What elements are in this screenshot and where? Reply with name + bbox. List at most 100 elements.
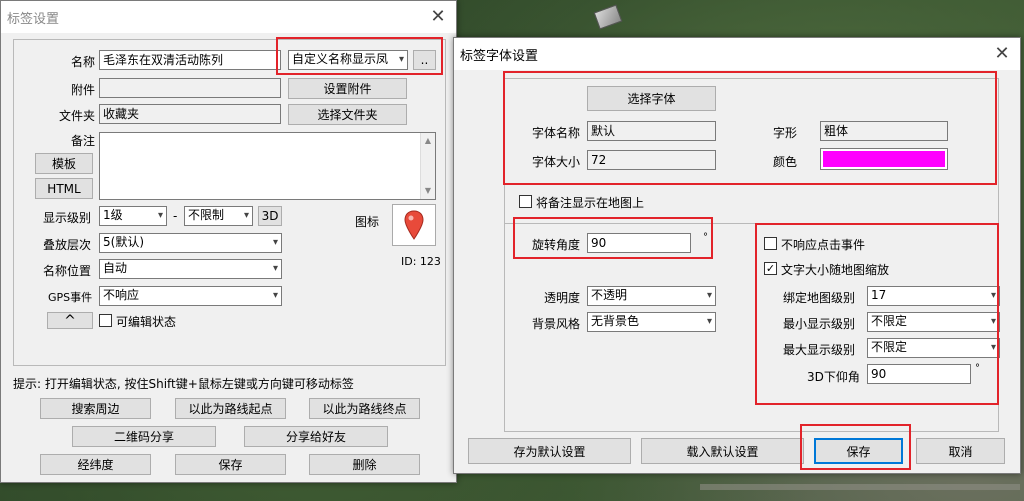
route-start-button[interactable]: 以此为路线起点 [175,398,286,419]
chevron-down-icon: ▾ [272,263,278,274]
font-name-field[interactable]: 默认 [587,121,716,141]
chevron-up-icon: ^ [64,312,76,329]
chevron-down-icon: ▾ [243,210,249,221]
chevron-down-icon: ▾ [990,342,996,353]
display-level-max-select[interactable]: 不限制 ▾ [184,206,253,226]
id-label: ID: 123 [401,255,441,268]
color-swatch-fill [823,151,945,167]
folder-input[interactable]: 收藏夹 [99,104,281,124]
gps-event-value: 不响应 [103,288,140,302]
window-title-bar: 标签设置 [1,1,456,33]
name-position-select[interactable]: 自动 ▾ [99,259,282,279]
name-position-label: 名称位置 [43,264,92,278]
html-button[interactable]: HTML [35,178,93,199]
icon-label: 图标 [355,215,380,229]
chevron-down-icon: ▾ [272,237,278,248]
text-scale-checkbox[interactable]: ✓ [764,262,777,275]
name-label: 名称 [71,55,96,69]
bind-level-value: 17 [871,288,887,302]
bg-style-value: 无背景色 [591,314,640,328]
attachment-label: 附件 [71,83,96,97]
window-title: 标签字体设置 [460,48,539,64]
chevron-down-icon: ▾ [272,290,278,301]
chevron-down-icon: ▾ [398,54,404,65]
name-display-select[interactable]: 自定义名称显示凤 ▾ [288,50,408,70]
chevron-down-icon: ▾ [990,316,996,327]
note-label: 备注 [71,134,96,148]
select-folder-button[interactable]: 选择文件夹 [288,104,407,125]
save-button[interactable]: 保存 [814,438,903,464]
font-style-field[interactable]: 粗体 [820,121,948,141]
attachment-input[interactable] [99,78,281,98]
template-button[interactable]: 模板 [35,153,93,174]
min-level-select[interactable]: 不限定 ▾ [867,312,1000,332]
share-friend-button[interactable]: 分享给好友 [244,426,388,447]
bg-style-label: 背景风格 [532,317,581,331]
layer-select[interactable]: 5(默认) ▾ [99,233,282,253]
scrollbar[interactable]: ▲ ▼ [420,133,435,199]
set-attachment-button[interactable]: 设置附件 [288,78,407,99]
display-level-label: 显示级别 [43,211,92,225]
cancel-button[interactable]: 取消 [916,438,1005,464]
layer-value: 5(默认) [103,235,144,249]
font-name-label: 字体名称 [532,126,581,140]
label-save-button[interactable]: 保存 [175,454,286,475]
gps-event-label: GPS事件 [48,291,93,304]
pitch-degree: ° [975,363,980,374]
window-title-bar: 标签字体设置 [454,38,1020,70]
close-icon[interactable]: ✕ [428,7,448,27]
show-note-checkbox[interactable] [519,195,532,208]
editable-label: 可编辑状态 [116,315,177,329]
show-note-label: 将备注显示在地图上 [536,196,645,210]
name-position-value: 自动 [103,261,128,275]
font-size-label: 字体大小 [532,155,581,169]
bg-style-select[interactable]: 无背景色 ▾ [587,312,716,332]
collapse-button[interactable]: ^ [47,312,93,329]
gps-event-select[interactable]: 不响应 ▾ [99,286,282,306]
map-pin-icon [404,210,424,240]
bind-level-select[interactable]: 17 ▾ [867,286,1000,306]
more-options-button[interactable]: .. [413,50,436,70]
font-settings-window: 标签字体设置 ✕ 选择字体 字体名称 默认 字形 粗体 字体大小 72 颜色 将… [453,37,1021,474]
color-swatch[interactable] [820,148,948,170]
route-end-button[interactable]: 以此为路线终点 [309,398,420,419]
3d-button[interactable]: 3D [258,206,282,226]
scroll-down-icon[interactable]: ▼ [421,183,435,199]
select-font-button[interactable]: 选择字体 [587,86,716,111]
delete-button[interactable]: 删除 [309,454,420,475]
opacity-label: 透明度 [544,291,581,305]
search-nearby-button[interactable]: 搜索周边 [40,398,151,419]
latlon-button[interactable]: 经纬度 [40,454,151,475]
max-level-select[interactable]: 不限定 ▾ [867,338,1000,358]
pitch-input[interactable]: 90 [867,364,971,384]
color-label: 颜色 [773,155,798,169]
load-default-button[interactable]: 载入默认设置 [641,438,804,464]
text-scale-label: 文字大小随地图缩放 [781,263,890,277]
display-level-min-select[interactable]: 1级 ▾ [99,206,167,226]
no-click-checkbox[interactable] [764,237,777,250]
qr-share-button[interactable]: 二维码分享 [72,426,216,447]
rotation-input[interactable]: 90 [587,233,691,253]
close-icon[interactable]: ✕ [992,44,1012,64]
chevron-down-icon: ▾ [157,210,163,221]
layer-label: 叠放层次 [43,238,92,252]
rotation-label: 旋转角度 [532,238,581,252]
min-level-value: 不限定 [871,314,908,328]
min-level-label: 最小显示级别 [783,317,856,331]
label-settings-window: 标签设置 ✕ 名称 毛泽东在双清活动陈列 自定义名称显示凤 ▾ .. 附件 设置… [0,0,457,483]
name-input[interactable]: 毛泽东在双清活动陈列 [99,50,281,70]
max-level-value: 不限定 [871,340,908,354]
opacity-select[interactable]: 不透明 ▾ [587,286,716,306]
chevron-down-icon: ▾ [706,290,712,301]
chevron-down-icon: ▾ [990,290,996,301]
map-road [700,484,1020,490]
save-default-button[interactable]: 存为默认设置 [468,438,631,464]
window-title: 标签设置 [7,11,60,27]
font-size-field[interactable]: 72 [587,150,716,170]
note-textarea[interactable]: ▲ ▼ [99,132,436,200]
icon-picker-button[interactable] [392,204,436,246]
hint-text: 提示: 打开编辑状态, 按住Shift键+鼠标左键或方向键可移动标签 [13,377,354,391]
editable-checkbox[interactable] [99,314,112,327]
scroll-up-icon[interactable]: ▲ [421,133,435,149]
display-level-max-value: 不限制 [188,208,225,222]
